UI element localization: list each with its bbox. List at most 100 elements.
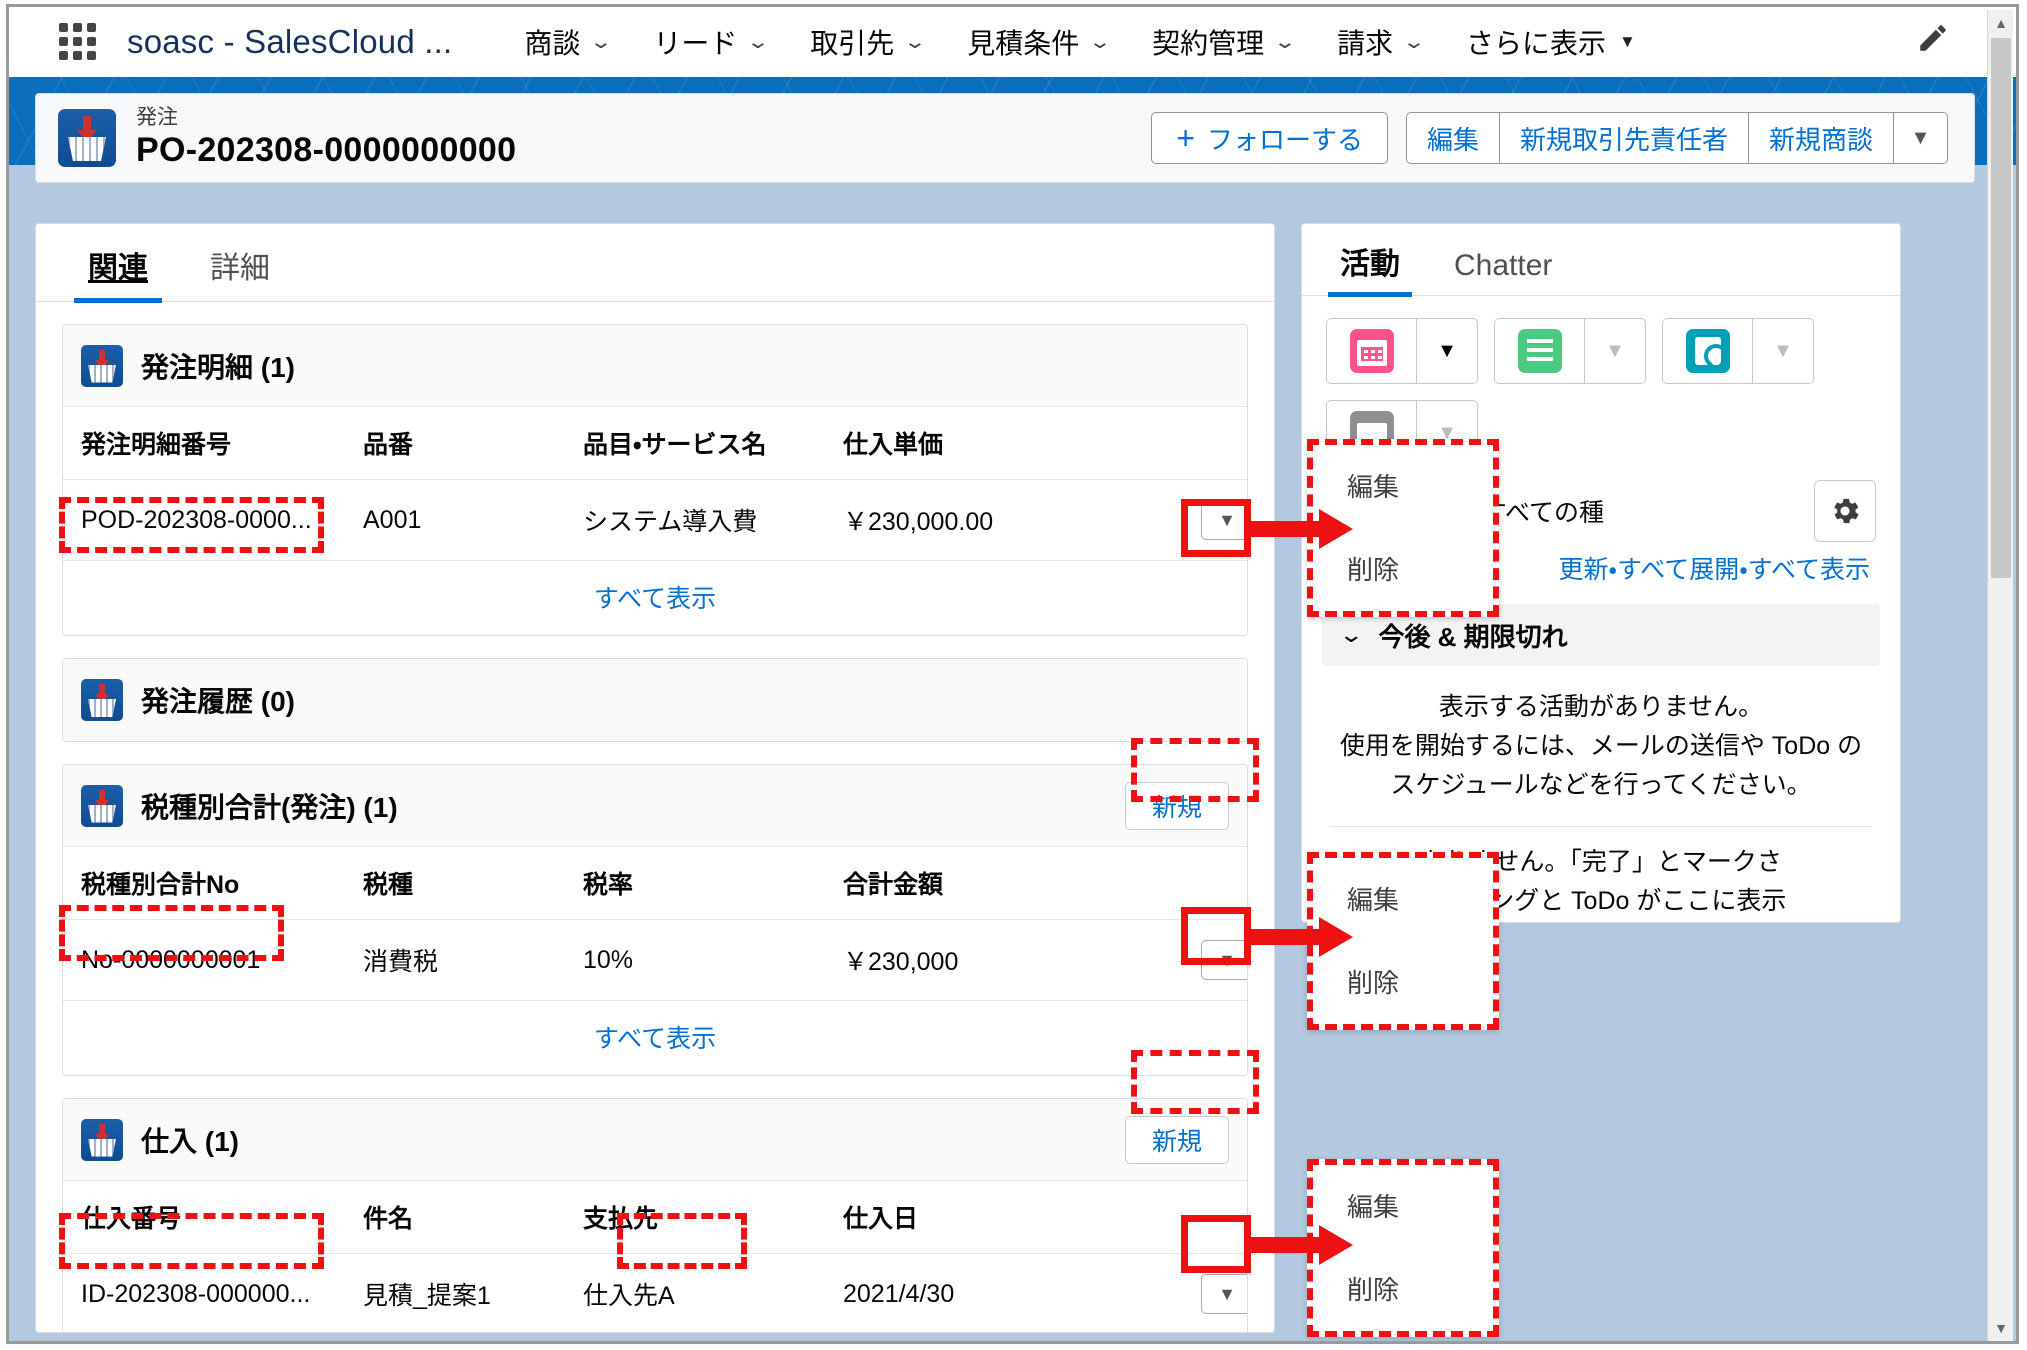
column-header-actions <box>1143 1181 1247 1254</box>
chevron-down-icon[interactable]: ⌄ <box>746 31 770 54</box>
menu-item-edit[interactable]: 編集 <box>1347 1187 1493 1224</box>
column-header[interactable]: 件名 <box>363 1181 583 1254</box>
menu-item-delete[interactable]: 削除 <box>1347 963 1493 1000</box>
menu-item-edit[interactable]: 編集 <box>1347 880 1493 917</box>
caret-down-icon: ▼ <box>1218 509 1236 530</box>
menu-item-delete[interactable]: 削除 <box>1347 550 1493 587</box>
browser-window: soasc - SalesCloud ... 商談 ⌄ リード ⌄ 取引先 ⌄ … <box>6 4 2019 1344</box>
upcoming-empty-state: 表示する活動がありません。 使用を開始するには、メールの送信や ToDo の ス… <box>1302 666 1900 804</box>
nav-tab-label: 請求 <box>1337 28 1394 59</box>
global-navigation-header: soasc - SalesCloud ... 商談 ⌄ リード ⌄ 取引先 ⌄ … <box>9 7 2016 77</box>
app-launcher-grid-icon[interactable] <box>55 22 101 62</box>
scroll-up-arrow-icon[interactable]: ▲ <box>1988 10 2014 36</box>
nav-tab-accounts[interactable]: 取引先 ⌄ <box>788 12 945 72</box>
nav-tab-label: 商談 <box>524 28 581 59</box>
tab-related[interactable]: 関連 <box>74 243 162 303</box>
more-actions-button[interactable]: ▼ <box>1894 112 1948 164</box>
caret-down-icon: ▼ <box>1218 949 1236 970</box>
edit-page-pencil-icon[interactable] <box>1916 21 1960 65</box>
column-header[interactable]: 税種別合計No <box>63 847 363 920</box>
column-header[interactable]: 税率 <box>583 847 843 920</box>
new-event-caret-button[interactable]: ▼ <box>1416 318 1478 384</box>
chevron-down-icon[interactable]: ⌄ <box>589 31 613 54</box>
related-list-purchases: 仕入 (1) 新規 仕入番号 件名 支払先 仕入日 ID-202308-0000… <box>62 1098 1248 1332</box>
tab-chatter[interactable]: Chatter <box>1442 249 1564 295</box>
view-all-link[interactable]: すべて表示 <box>63 561 1247 635</box>
related-list-table: 税種別合計No 税種 税率 合計金額 No-0000000001 消費税 10%… <box>63 847 1247 1001</box>
related-list-title: 発注履歴 (0) <box>141 686 296 717</box>
column-header[interactable]: 合計金額 <box>843 847 1143 920</box>
edit-button[interactable]: 編集 <box>1405 112 1500 164</box>
table-row: POD-202308-0000... A001 システム導入費 ￥230,000… <box>63 479 1247 561</box>
related-list-order-history: 発注履歴 (0) <box>62 658 1248 742</box>
table-row: No-0000000001 消費税 10% ￥230,000 ▼ <box>63 919 1247 1001</box>
tax-total-number-link[interactable]: No-0000000001 <box>63 919 363 1001</box>
new-contact-button[interactable]: 新規取引先責任者 <box>1499 112 1749 164</box>
app-name-label[interactable]: soasc - SalesCloud ... <box>127 23 452 61</box>
column-header[interactable]: 仕入番号 <box>63 1181 363 1254</box>
caret-down-icon[interactable]: ▼ <box>1619 32 1636 52</box>
cell-row-action: ▼ <box>1143 1253 1247 1332</box>
new-opportunity-button[interactable]: 新規商談 <box>1748 112 1894 164</box>
cell-product-code: A001 <box>363 479 583 561</box>
page-title: PO-202308-0000000000 <box>136 131 517 170</box>
section-title: 今後 & 期限切れ <box>1378 621 1568 652</box>
follow-button[interactable]: + フォローする <box>1151 112 1388 164</box>
new-event-button[interactable] <box>1326 318 1416 384</box>
nav-tab-quote-terms[interactable]: 見積条件 ⌄ <box>945 12 1130 72</box>
tab-activity[interactable]: 活動 <box>1328 239 1412 297</box>
nav-tab-more[interactable]: さらに表示 ▼ <box>1444 12 1658 72</box>
navigation-tab-bar: 商談 ⌄ リード ⌄ 取引先 ⌄ 見積条件 ⌄ 契約管理 ⌄ 請求 ⌄ さらに表… <box>502 12 1657 72</box>
scrollbar-thumb[interactable] <box>1991 38 2011 578</box>
chevron-down-icon[interactable]: ⌄ <box>1273 31 1297 54</box>
tab-details[interactable]: 詳細 <box>196 243 284 301</box>
log-a-call-icon <box>1685 329 1730 373</box>
log-a-call-button-group: ▼ <box>1662 318 1814 384</box>
related-list-title: 発注明細 (1) <box>141 351 296 383</box>
nav-tab-leads[interactable]: リード ⌄ <box>631 12 788 72</box>
cell-unit-price: ￥230,000.00 <box>843 479 1143 561</box>
related-list-table: 発注明細番号 品番 品目・サービス名 仕入単価 POD-202308-0000.… <box>63 407 1247 561</box>
column-header-actions <box>1143 407 1247 480</box>
new-task-caret-button[interactable]: ▼ <box>1584 318 1646 384</box>
column-header[interactable]: 仕入単価 <box>843 407 1143 480</box>
menu-item-delete[interactable]: 削除 <box>1347 1270 1493 1307</box>
nav-tab-contract-management[interactable]: 契約管理 ⌄ <box>1130 12 1315 72</box>
log-a-call-button[interactable] <box>1662 318 1752 384</box>
gear-icon[interactable] <box>1814 480 1876 542</box>
order-detail-number-link[interactable]: POD-202308-0000... <box>63 479 363 561</box>
column-header[interactable]: 品番 <box>363 407 583 480</box>
related-list-title: 税種別合計(発注) (1) <box>141 791 398 823</box>
nav-tab-opportunities[interactable]: 商談 ⌄ <box>502 12 631 72</box>
payee-link[interactable]: 仕入先A <box>583 1253 843 1332</box>
row-action-menu-order-detail: 編集 削除 <box>1307 439 1499 617</box>
new-record-button[interactable]: 新規 <box>1124 781 1229 830</box>
column-header[interactable]: 支払先 <box>583 1181 843 1254</box>
column-header-actions <box>1143 847 1247 920</box>
new-task-button[interactable] <box>1494 318 1584 384</box>
record-object-type: 発注 <box>136 106 178 129</box>
new-record-button[interactable]: 新規 <box>1124 1115 1229 1164</box>
vertical-scrollbar[interactable]: ▲ ▼ <box>1987 10 2013 1341</box>
column-header[interactable]: 品目・サービス名 <box>583 407 843 480</box>
cell-total-amount: ￥230,000 <box>843 919 1143 1001</box>
row-action-dropdown-button[interactable]: ▼ <box>1201 940 1247 980</box>
purchase-number-link[interactable]: ID-202308-000000... <box>63 1253 363 1332</box>
log-a-call-caret-button[interactable]: ▼ <box>1752 318 1814 384</box>
chevron-down-icon[interactable]: ⌄ <box>903 31 927 54</box>
chevron-down-icon: ⌄ <box>1338 622 1365 647</box>
column-header[interactable]: 税種 <box>363 847 583 920</box>
row-action-dropdown-button[interactable]: ▼ <box>1201 500 1247 540</box>
table-header-row: 税種別合計No 税種 税率 合計金額 <box>63 847 1247 920</box>
view-all-link[interactable]: すべて表示 <box>63 1001 1247 1075</box>
row-action-dropdown-button[interactable]: ▼ <box>1201 1274 1247 1314</box>
order-basket-icon <box>81 679 123 721</box>
related-list-title: 仕入 (1) <box>141 1125 240 1157</box>
scroll-down-arrow-icon[interactable]: ▼ <box>1988 1315 2014 1341</box>
menu-item-edit[interactable]: 編集 <box>1347 467 1493 504</box>
chevron-down-icon[interactable]: ⌄ <box>1402 31 1426 54</box>
chevron-down-icon[interactable]: ⌄ <box>1088 31 1112 54</box>
column-header[interactable]: 発注明細番号 <box>63 407 363 480</box>
column-header[interactable]: 仕入日 <box>843 1181 1143 1254</box>
nav-tab-billing[interactable]: 請求 ⌄ <box>1315 12 1444 72</box>
